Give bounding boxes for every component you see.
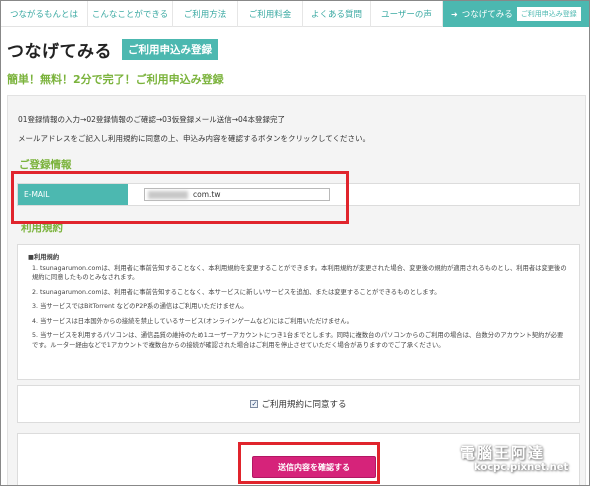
instruction-text: メールアドレスをご記入し利用規約に同意の上、申込み内容を確認するボタンをクリック… [18, 134, 371, 143]
title-row: つなげてみる ご利用申込み登録 [7, 37, 218, 62]
terms-item: 1. tsunagarumon.comは、利用者に事前告知することなく、本利用規… [28, 264, 569, 283]
nav-item-connect[interactable]: ➜ つなげてみる ご利用申込み登録 [443, 1, 589, 27]
terms-title: ■利用規約 [28, 254, 60, 261]
agree-label[interactable]: ご利用規約に同意する [261, 398, 346, 410]
terms-item: 5. 当サービスを利用するパソコンは、通信品質の維持のため1ユーザーアカウントに… [32, 332, 564, 349]
terms-box[interactable]: ■利用規約 1. tsunagarumon.comは、利用者に事前告知することな… [17, 244, 580, 380]
nav-item-connect-label: つなげてみる [461, 10, 513, 20]
nav-item-about[interactable]: つながるもんとは [1, 1, 88, 27]
registration-info-heading: ご登録情報 [19, 159, 72, 171]
nav-item-features[interactable]: こんなことができる [88, 1, 173, 27]
terms-item: 4. 当サービスは日本国外からの接続を禁止しているサービス(オンラインゲームなど… [32, 317, 353, 325]
nav-item-faq[interactable]: よくある質問 [303, 1, 371, 27]
agree-row: ✓ ご利用規約に同意する [17, 385, 580, 423]
nav-signup-badge: ご利用申込み登録 [516, 7, 581, 21]
registration-steps: 01登録情報の入力→02登録情報のご確認→03仮登録メール送信→04本登録完了 [18, 115, 286, 124]
terms-item-text: tsunagarumon.comは、利用者に事前告知することなく、本利用規約を変… [32, 264, 567, 282]
top-nav: つながるもんとは こんなことができる ご利用方法 ご利用料金 よくある質問 ユー… [1, 1, 589, 27]
email-highlight-box [11, 171, 349, 224]
terms-item-number: 1. [32, 264, 39, 272]
submit-highlight-box [238, 442, 380, 484]
nav-item-pricing[interactable]: ご利用料金 [238, 1, 303, 27]
terms-item: 2. tsunagarumon.comは、利用者に事前告知することなく、本サービ… [32, 288, 441, 296]
agree-checkbox[interactable]: ✓ [250, 400, 259, 408]
terms-item: 3. 当サービスではBitTorrent などのP2P系の通信はご利用いただけま… [32, 303, 248, 310]
arrow-right-icon: ➜ [451, 9, 458, 19]
title-badge: ご利用申込み登録 [122, 39, 218, 60]
page-subtitle: 簡単！無料！2分で完了！ご利用申込み登録 [7, 73, 224, 86]
page-title: つなげてみる [7, 42, 112, 62]
page-frame: つながるもんとは こんなことができる ご利用方法 ご利用料金 よくある質問 ユー… [0, 0, 590, 486]
nav-item-howto[interactable]: ご利用方法 [173, 1, 238, 27]
nav-item-voices[interactable]: ユーザーの声 [371, 1, 443, 27]
